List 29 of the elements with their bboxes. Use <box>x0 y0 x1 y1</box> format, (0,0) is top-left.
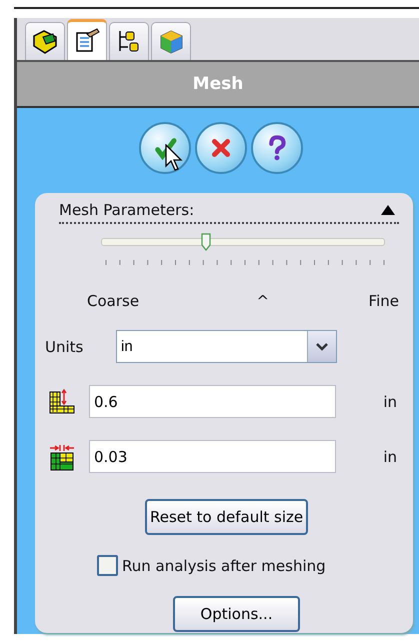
help-button[interactable] <box>251 122 303 174</box>
size-icon <box>48 388 76 416</box>
coarse-label: Coarse <box>87 292 140 310</box>
slider-track[interactable] <box>101 232 385 252</box>
part-icon <box>31 28 59 56</box>
chevron-down-icon <box>316 342 328 350</box>
options-button[interactable]: Options... <box>173 596 300 632</box>
slider-thumb[interactable] <box>201 233 212 251</box>
tab[interactable] <box>25 22 65 60</box>
panel-title: Mesh <box>17 62 419 108</box>
unit-label: in <box>383 448 397 466</box>
reset-button[interactable]: Reset to default size <box>145 499 308 535</box>
collapse-icon[interactable] <box>381 205 395 215</box>
tab[interactable] <box>67 19 107 60</box>
tab[interactable] <box>109 22 149 60</box>
fine-label: Fine <box>368 292 399 310</box>
ok-button[interactable] <box>139 122 191 174</box>
input-field[interactable]: 0.03 <box>89 440 336 473</box>
cursor-icon <box>165 144 185 172</box>
section-title: Mesh Parameters: <box>59 201 194 219</box>
checkbox[interactable] <box>97 555 118 576</box>
unit-label: in <box>383 392 397 410</box>
checkbox-label[interactable]: Run analysis after meshing <box>122 556 326 574</box>
input-field[interactable]: 0.6 <box>89 385 336 418</box>
units-dropdown[interactable]: in <box>116 330 337 363</box>
cancel-button[interactable] <box>195 122 247 174</box>
marker-label: ^ <box>256 292 270 310</box>
units-label: Units <box>45 338 84 356</box>
tolerance-icon <box>48 442 76 470</box>
